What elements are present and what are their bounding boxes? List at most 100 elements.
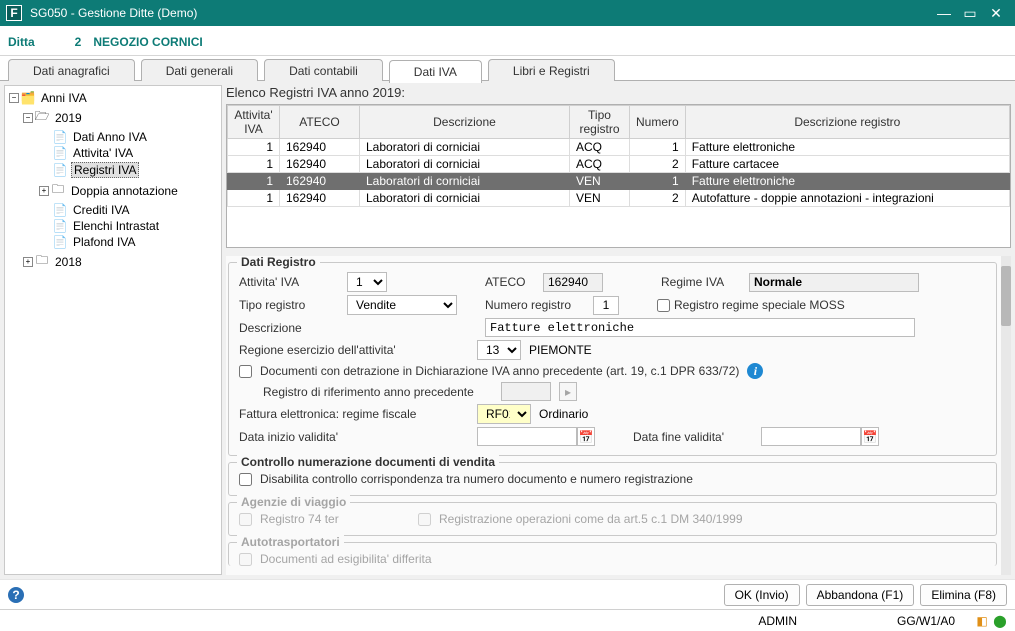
status-bar: ADMIN GG/W1/A0 ◧ ⬤ [0,609,1015,631]
table-row-selected[interactable]: 1 162940 Laboratori di corniciai VEN 1 F… [228,173,1010,190]
tab-dati-contabili[interactable]: Dati contabili [264,59,383,81]
tipo-label: Tipo registro [239,298,339,312]
col-ateco[interactable]: ATECO [280,106,360,139]
col-descr-registro[interactable]: Descrizione registro [685,106,1009,139]
minimize-button[interactable]: — [931,3,957,23]
group-dati-registro: Dati Registro Attivita' IVA 1 ATECO Regi… [228,262,997,456]
status-icon-1[interactable]: ◧ [975,614,989,628]
calendar-icon[interactable]: 📅 [861,427,879,446]
data-inizio-field[interactable] [477,427,577,446]
tree-year-2018[interactable]: 2018 [53,255,84,269]
maximize-button[interactable]: ▭ [957,3,983,23]
tree-plafond-iva[interactable]: Plafond IVA [71,235,137,249]
moss-checkbox[interactable] [657,299,670,312]
registri-grid[interactable]: Attivita' IVA ATECO Descrizione Tipo reg… [226,104,1011,248]
detrazione-label: Documenti con detrazione in Dichiarazion… [260,364,739,378]
calendar-icon[interactable]: 📅 [577,427,595,446]
window-title: SG050 - Gestione Ditte (Demo) [30,6,931,20]
tab-dati-anagrafici[interactable]: Dati anagrafici [8,59,135,81]
descrizione-field[interactable] [485,318,915,337]
fe-label: Fattura elettronica: regime fiscale [239,407,469,421]
tree-toggle-doppia[interactable]: + [39,186,49,196]
help-button[interactable]: ? [8,587,24,603]
tree-year-2019[interactable]: 2019 [53,111,84,125]
table-row[interactable]: 1 162940 Laboratori di corniciai VEN 2 A… [228,190,1010,207]
group-title: Controllo numerazione documenti di vendi… [237,455,499,469]
moss-label: Registro regime speciale MOSS [674,298,845,312]
tree-registri-iva[interactable]: Registri IVA [71,162,139,178]
group-title: Agenzie di viaggio [237,495,350,509]
status-session: GG/W1/A0 [897,614,955,628]
elimina-button[interactable]: Elimina (F8) [920,584,1007,606]
ateco-field [543,273,603,292]
form-area: Dati Registro Attivita' IVA 1 ATECO Regi… [226,256,1011,575]
group-title: Dati Registro [237,256,320,269]
form-scrollbar[interactable] [1001,256,1011,575]
tree-pane[interactable]: − 🗂️ Anni IVA − 🗁 2019 📄 Dati Anno IVA 📄… [4,85,222,575]
tab-dati-iva[interactable]: Dati IVA [389,60,482,83]
tipo-select[interactable]: Vendite [347,295,457,315]
numero-field[interactable] [593,296,619,315]
status-user: ADMIN [758,614,797,628]
col-attivita[interactable]: Attivita' IVA [228,106,280,139]
group-autotrasportatori: Autotrasportatori Documenti ad esigibili… [228,542,997,566]
tab-dati-generali[interactable]: Dati generali [141,59,258,81]
regop-checkbox [418,513,431,526]
tree-toggle-2018[interactable]: + [23,257,33,267]
disabilita-checkbox[interactable] [239,473,252,486]
registro74-label: Registro 74 ter [260,512,410,526]
descr-label: Descrizione [239,321,339,335]
close-button[interactable]: ✕ [983,3,1009,23]
registro74-checkbox [239,513,252,526]
list-title: Elenco Registri IVA anno 2019: [226,85,1011,100]
folder-icon: 🗀 [35,251,49,272]
table-row[interactable]: 1 162940 Laboratori di corniciai ACQ 1 F… [228,139,1010,156]
col-numero[interactable]: Numero [630,106,686,139]
tree-elenchi-intrastat[interactable]: Elenchi Intrastat [71,219,161,233]
group-title: Autotrasportatori [237,535,344,549]
document-icon: 📄 [53,219,67,233]
folder-icon: 🗀 [51,180,65,201]
abbandona-button[interactable]: Abbandona (F1) [806,584,915,606]
header-label: Ditta [8,35,35,49]
group-agenzie-viaggio: Agenzie di viaggio Registro 74 ter Regis… [228,502,997,536]
disabilita-label: Disabilita controllo corrispondenza tra … [260,472,693,486]
fe-select[interactable]: RF01 [477,404,531,424]
tree-toggle-root[interactable]: − [9,93,19,103]
detrazione-checkbox[interactable] [239,365,252,378]
header-row: Ditta 2 NEGOZIO CORNICI [0,26,1015,56]
content-pane: Elenco Registri IVA anno 2019: Attivita'… [226,85,1011,575]
app-icon: F [6,5,22,21]
data-inizio-label: Data inizio validita' [239,430,469,444]
attivita-label: Attivita' IVA [239,275,339,289]
tree-toggle-2019[interactable]: − [23,113,33,123]
tree-attivita-iva[interactable]: Attivita' IVA [71,146,135,160]
regime-field [749,273,919,292]
attivita-select[interactable]: 1 [347,272,387,292]
tree-doppia-annotazione[interactable]: Doppia annotazione [69,184,180,198]
data-fine-field[interactable] [761,427,861,446]
esigibilita-label: Documenti ad esigibilita' differita [260,552,432,566]
data-fine-label: Data fine validita' [633,430,753,444]
tree-crediti-iva[interactable]: Crediti IVA [71,203,131,217]
status-icon-2[interactable]: ⬤ [993,614,1007,628]
footer-buttons: ? OK (Invio) Abbandona (F1) Elimina (F8) [0,579,1015,609]
fe-text: Ordinario [539,407,588,421]
col-descrizione[interactable]: Descrizione [360,106,570,139]
tree-dati-anno-iva[interactable]: Dati Anno IVA [71,130,149,144]
document-icon: 📄 [53,163,67,177]
regione-text: PIEMONTE [529,343,592,357]
folder-open-icon: 🗁 [35,107,49,128]
tree-root[interactable]: Anni IVA [39,91,89,105]
document-icon: 📄 [53,130,67,144]
regop-label: Registrazione operazioni come da art.5 c… [439,512,743,526]
ok-button[interactable]: OK (Invio) [724,584,800,606]
info-icon[interactable]: i [747,363,763,379]
rif-lookup-button[interactable]: ▸ [559,382,577,401]
tab-libri-registri[interactable]: Libri e Registri [488,59,615,81]
regione-select[interactable]: 13 [477,340,521,360]
tab-bar: Dati anagrafici Dati generali Dati conta… [0,56,1015,81]
numero-label: Numero registro [485,298,585,312]
table-row[interactable]: 1 162940 Laboratori di corniciai ACQ 2 F… [228,156,1010,173]
col-tipo[interactable]: Tipo registro [570,106,630,139]
